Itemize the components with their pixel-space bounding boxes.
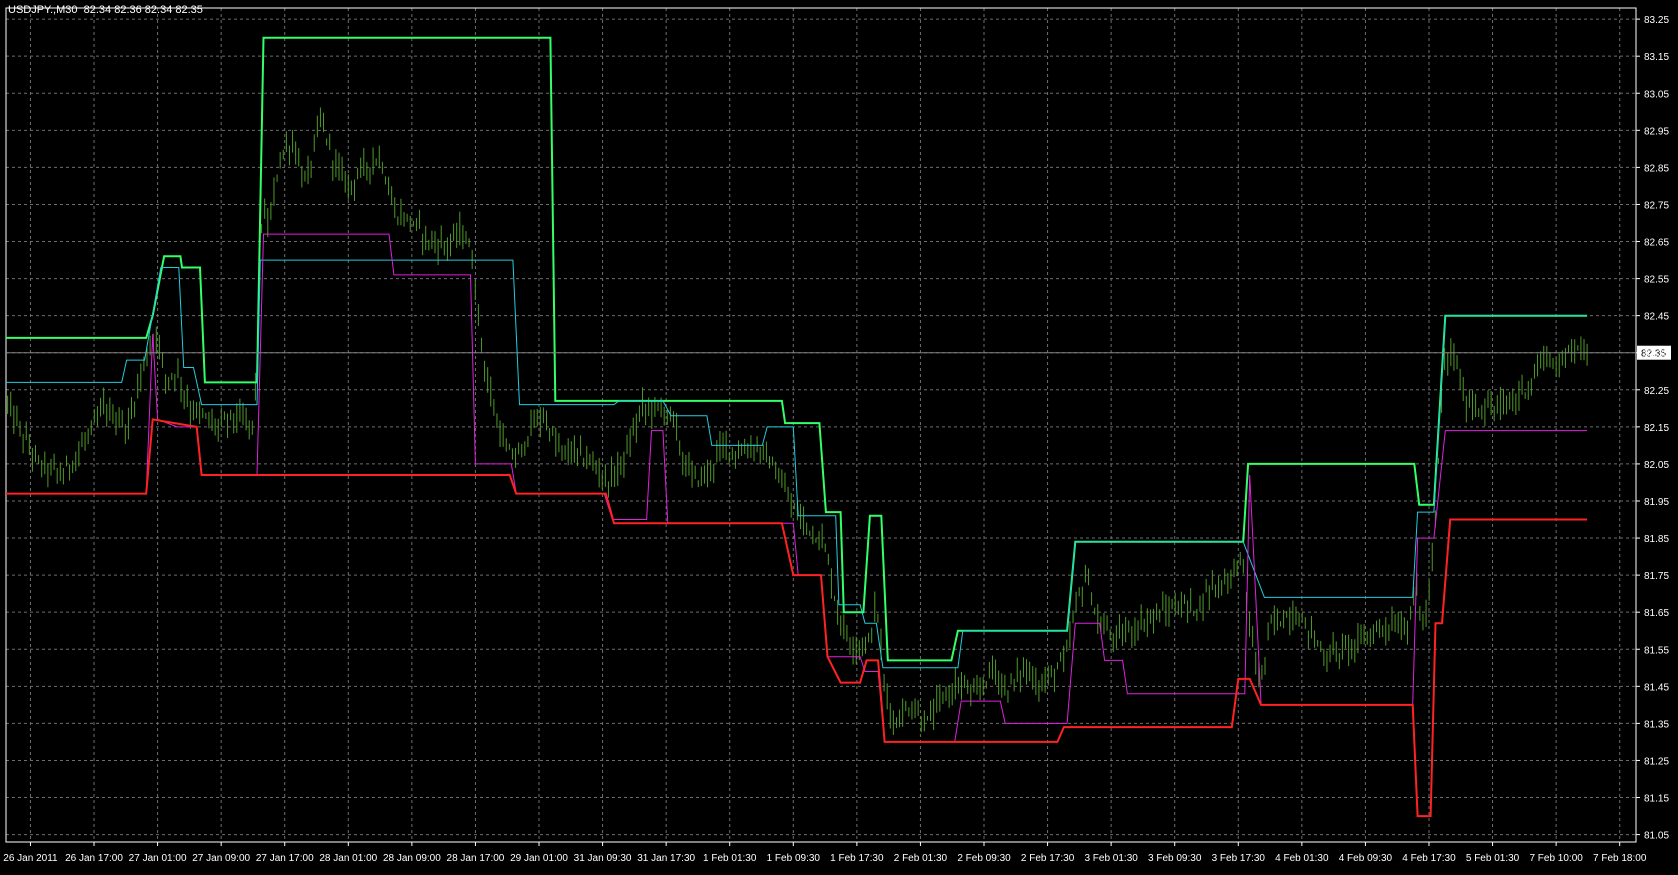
plot-border	[5, 7, 1637, 843]
symbol-label: USDJPY.,M30	[8, 4, 78, 16]
x-tick-label: 2 Feb 09:30	[957, 853, 1011, 864]
x-tick-label: 2 Feb 01:30	[894, 853, 948, 864]
x-tick-label: 28 Jan 17:00	[447, 853, 505, 864]
y-tick-label: 81.25	[1644, 756, 1669, 767]
x-tick-label: 3 Feb 09:30	[1148, 853, 1202, 864]
y-tick-label: 83.15	[1644, 52, 1669, 63]
y-tick-label: 81.35	[1644, 719, 1669, 730]
y-tick-label: 81.45	[1644, 682, 1669, 693]
x-tick-label: 7 Feb 10:00	[1529, 853, 1583, 864]
y-tick-label: 81.75	[1644, 571, 1669, 582]
x-tick-label: 26 Jan 2011	[3, 853, 58, 864]
x-tick-label: 1 Feb 09:30	[767, 853, 821, 864]
y-tick-label: 82.75	[1644, 200, 1669, 211]
y-tick-label: 81.55	[1644, 645, 1669, 656]
symbol-header: USDJPY.,M30 82.34 82.36 82.34 82.35	[8, 4, 203, 16]
y-tick-label: 81.85	[1644, 534, 1669, 545]
x-tick-label: 31 Jan 09:30	[574, 853, 632, 864]
y-tick-label: 82.55	[1644, 275, 1669, 286]
y-tick-label: 81.15	[1644, 794, 1669, 805]
y-axis: 83.25 83.15 83.05 82.95 82.85 82.75 82.65 82.55…	[1636, 15, 1669, 842]
x-tick-label: 28 Jan 01:00	[319, 853, 377, 864]
x-tick-label: 2 Feb 17:30	[1021, 853, 1075, 864]
y-tick-label: 82.35	[1644, 349, 1669, 360]
price-bars	[7, 107, 1588, 735]
x-tick-label: 4 Feb 17:30	[1402, 853, 1456, 864]
x-tick-label: 7 Feb 18:00	[1593, 853, 1647, 864]
x-tick-label: 29 Jan 01:00	[510, 853, 568, 864]
y-tick-label: 83.25	[1644, 15, 1669, 26]
current-price-line: 82.35	[6, 345, 1671, 360]
indicator-lines	[6, 36, 1588, 818]
y-tick-label: 82.65	[1644, 238, 1669, 249]
x-tick-label: 27 Jan 09:00	[192, 853, 250, 864]
grid	[6, 8, 1636, 842]
series-outer-upper	[6, 36, 1588, 662]
x-tick-label: 1 Feb 17:30	[830, 853, 884, 864]
x-tick-label: 27 Jan 17:00	[256, 853, 314, 864]
x-axis: 26 Jan 2011 26 Jan 17:00 27 Jan 01:00 27 Ja…	[3, 842, 1647, 864]
price-chart[interactable]: 82.35 83.25 83.15 83.05 82.95 82.85 82.75 82.6…	[0, 0, 1678, 871]
x-tick-label: 28 Jan 09:00	[383, 853, 441, 864]
y-tick-label: 82.95	[1644, 126, 1669, 137]
y-tick-label: 82.25	[1644, 386, 1669, 397]
x-tick-label: 1 Feb 01:30	[703, 853, 757, 864]
chart-area[interactable]: 82.35 83.25 83.15 83.05 82.95 82.85 82.75 82.6…	[0, 0, 1678, 871]
y-tick-label: 82.05	[1644, 460, 1669, 471]
x-tick-label: 3 Feb 01:30	[1084, 853, 1138, 864]
x-tick-label: 4 Feb 09:30	[1339, 853, 1393, 864]
y-tick-label: 82.45	[1644, 312, 1669, 323]
y-tick-label: 81.65	[1644, 608, 1669, 619]
y-tick-label: 81.95	[1644, 497, 1669, 508]
y-tick-label: 82.15	[1644, 423, 1669, 434]
x-tick-label: 3 Feb 17:30	[1212, 853, 1266, 864]
x-tick-label: 5 Feb 01:30	[1466, 853, 1520, 864]
x-tick-label: 26 Jan 17:00	[65, 853, 123, 864]
y-tick-label: 81.05	[1644, 831, 1669, 842]
ohlc-values: 82.34 82.36 82.34 82.35	[83, 4, 203, 16]
x-tick-label: 4 Feb 01:30	[1275, 853, 1329, 864]
x-tick-label: 27 Jan 01:00	[129, 853, 187, 864]
x-tick-label: 31 Jan 17:30	[637, 853, 695, 864]
y-tick-label: 83.05	[1644, 89, 1669, 100]
chart-frame	[5, 7, 1637, 843]
y-tick-label: 82.85	[1644, 163, 1669, 174]
